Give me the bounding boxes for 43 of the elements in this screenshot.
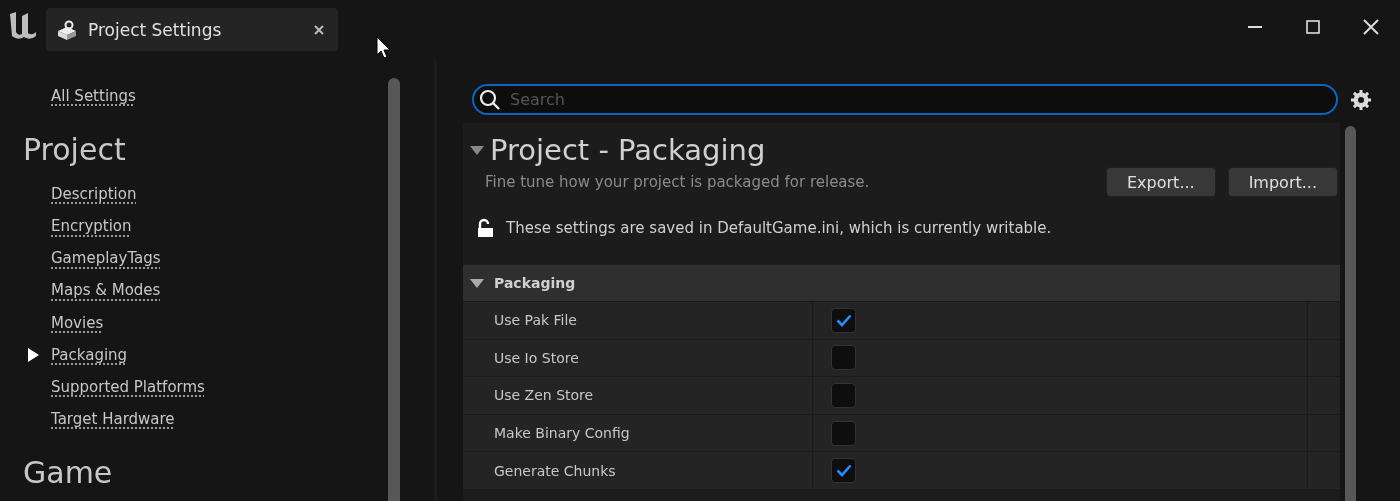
cursor-icon xyxy=(376,36,392,60)
close-icon xyxy=(1363,19,1379,35)
scrollbar[interactable] xyxy=(1345,126,1356,501)
checkbox[interactable] xyxy=(831,420,856,446)
search-icon xyxy=(479,89,501,111)
category-header[interactable]: Packaging xyxy=(463,265,1340,302)
sidebar-link[interactable]: Packaging xyxy=(51,345,128,364)
action-button[interactable]: Import... xyxy=(1227,167,1338,197)
checkbox[interactable] xyxy=(831,345,856,371)
page-title: Project - Packaging xyxy=(490,133,766,167)
sidebar-link[interactable]: Encryption xyxy=(51,217,132,236)
minimize-icon xyxy=(1248,26,1262,28)
tab-title: Project Settings xyxy=(88,19,223,40)
page-description: Fine tune how your project is packaged for release. xyxy=(485,173,871,191)
settings-cube-icon xyxy=(56,18,78,41)
unlocked-padlock-icon xyxy=(476,218,496,238)
sidebar-link[interactable]: Maps & Modes xyxy=(51,281,161,300)
checkmark-icon xyxy=(835,313,852,327)
property-label: Use Io Store xyxy=(463,339,813,377)
project-settings-tab[interactable]: Project Settings xyxy=(46,8,338,51)
collapse-arrow-icon[interactable] xyxy=(470,145,484,155)
sidebar-link[interactable]: Supported Platforms xyxy=(51,377,205,396)
checkbox[interactable] xyxy=(831,307,856,333)
checkmark-icon xyxy=(835,464,852,478)
settings-icon[interactable] xyxy=(1350,88,1372,111)
checkbox[interactable] xyxy=(831,458,856,484)
search-field[interactable]: Search xyxy=(472,84,1338,115)
config-notice: These settings are saved in DefaultGame.ini, which is currently writable. xyxy=(506,219,1052,237)
all-settings-link[interactable]: All Settings xyxy=(51,87,136,106)
property-label: Generate Chunks xyxy=(463,452,813,489)
section-heading: Project xyxy=(23,132,127,169)
sidebar-link[interactable]: Target Hardware xyxy=(51,409,175,428)
sidebar-link[interactable]: GameplayTags xyxy=(51,249,161,268)
action-button[interactable]: Export... xyxy=(1106,167,1216,197)
scrollbar[interactable] xyxy=(388,78,400,501)
maximize-icon xyxy=(1306,20,1320,34)
property-label: Use Zen Store xyxy=(463,377,813,414)
section-heading: Game xyxy=(23,455,114,491)
property-label: Use Pak File xyxy=(463,302,813,339)
sidebar-link[interactable]: Movies xyxy=(51,313,104,332)
property-label: Make Binary Config xyxy=(463,414,813,452)
sidebar-link[interactable]: Description xyxy=(51,185,137,204)
checkbox[interactable] xyxy=(831,383,856,408)
